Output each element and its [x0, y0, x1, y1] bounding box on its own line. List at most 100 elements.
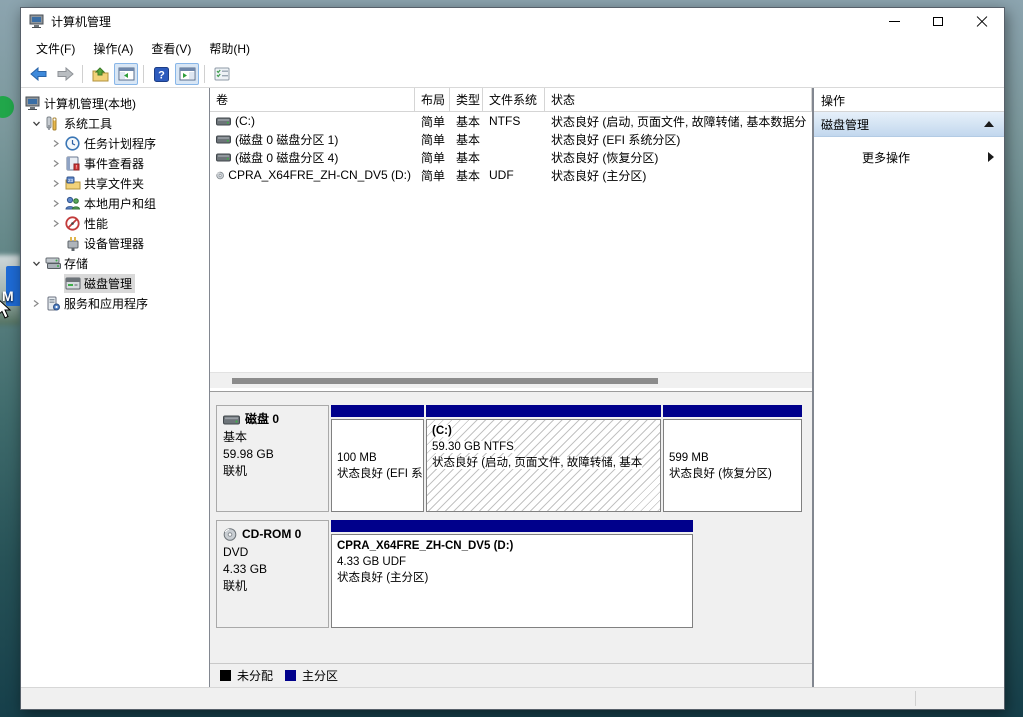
menu-help[interactable]: 帮助(H)	[200, 36, 259, 61]
disk-management-main: 卷 布局 类型 文件系统 状态 (C:) 简单 基本 NTFS 状态良好 (启动…	[210, 88, 813, 687]
app-icon	[29, 14, 45, 29]
event-viewer-icon: !	[64, 155, 81, 171]
menu-file[interactable]: 文件(F)	[27, 36, 84, 61]
close-icon	[976, 16, 988, 28]
chevron-right-icon[interactable]	[48, 215, 64, 231]
cdrom-0-info[interactable]: CD-ROM 0 DVD 4.33 GB 联机	[216, 520, 329, 628]
tree-item-system-tools[interactable]: 系统工具	[21, 113, 209, 133]
partition-color-bar	[331, 405, 424, 417]
chevron-down-icon[interactable]	[28, 255, 44, 271]
scrollbar-thumb[interactable]	[232, 378, 658, 384]
chevron-right-icon[interactable]	[48, 135, 64, 151]
legend-label: 主分区	[302, 667, 338, 684]
toolbar-separator	[143, 65, 144, 83]
export-list-button[interactable]	[88, 63, 112, 85]
tree-item-storage[interactable]: 存储	[21, 253, 209, 273]
show-console-tree-button[interactable]	[114, 63, 138, 85]
disk-0-info[interactable]: 磁盘 0 基本 59.98 GB 联机	[216, 405, 329, 512]
table-cell[interactable]	[483, 148, 545, 166]
menu-action[interactable]: 操作(A)	[84, 36, 142, 61]
menu-view[interactable]: 查看(V)	[142, 36, 200, 61]
shared-folders-icon: 23	[64, 175, 81, 191]
column-header-status[interactable]: 状态	[545, 88, 812, 112]
performance-icon	[64, 215, 81, 231]
svg-text:?: ?	[158, 69, 165, 81]
tree-item-device-manager[interactable]: 设备管理器	[21, 233, 209, 253]
properties-button[interactable]	[210, 63, 234, 85]
forward-button[interactable]	[53, 63, 77, 85]
column-header-filesystem[interactable]: 文件系统	[483, 88, 545, 112]
partition-legend: 未分配 主分区	[210, 663, 812, 687]
help-icon: ?	[154, 67, 169, 82]
computer-management-window: 计算机管理 文件(F) 操作(A) 查看(V) 帮助(H) ?	[20, 7, 1005, 710]
table-cell[interactable]: NTFS	[483, 112, 545, 130]
table-cell[interactable]: 基本	[450, 148, 483, 166]
chevron-right-icon[interactable]	[48, 195, 64, 211]
table-cell[interactable]: 基本	[450, 130, 483, 148]
system-tools-icon	[44, 115, 61, 131]
show-action-pane-button[interactable]	[175, 63, 199, 85]
chevron-right-icon[interactable]	[48, 155, 64, 171]
table-row-volume[interactable]: (磁盘 0 磁盘分区 1)	[210, 130, 415, 148]
horizontal-scrollbar[interactable]	[210, 372, 812, 388]
partition-efi[interactable]: 100 MB 状态良好 (EFI 系	[331, 405, 424, 512]
help-button[interactable]: ?	[149, 63, 173, 85]
tree-item-local-users-groups[interactable]: 本地用户和组	[21, 193, 209, 213]
legend-label: 未分配	[237, 667, 273, 684]
table-cell[interactable]: 基本	[450, 112, 483, 130]
disk-icon	[223, 415, 240, 425]
title-bar[interactable]: 计算机管理	[21, 8, 1004, 35]
partition-c[interactable]: (C:) 59.30 GB NTFS 状态良好 (启动, 页面文件, 故障转储,…	[426, 405, 661, 512]
table-cell[interactable]: 基本	[450, 166, 483, 184]
table-cell[interactable]	[483, 130, 545, 148]
table-cell[interactable]: UDF	[483, 166, 545, 184]
maximize-button[interactable]	[916, 8, 960, 35]
minimize-button[interactable]	[872, 8, 916, 35]
collapse-icon[interactable]	[984, 121, 994, 127]
chevron-right-icon[interactable]	[48, 175, 64, 191]
properties-icon	[214, 67, 230, 81]
table-row-volume[interactable]: (C:)	[210, 112, 415, 130]
volume-list: 卷 布局 类型 文件系统 状态 (C:) 简单 基本 NTFS 状态良好 (启动…	[210, 88, 812, 391]
tree-item-task-scheduler[interactable]: 任务计划程序	[21, 133, 209, 153]
table-cell[interactable]: 简单	[415, 130, 450, 148]
volume-icon	[216, 152, 231, 163]
partition-color-bar	[426, 405, 661, 417]
back-button[interactable]	[27, 63, 51, 85]
table-cell[interactable]: 状态良好 (启动, 页面文件, 故障转储, 基本数据分	[545, 112, 812, 130]
menu-bar: 文件(F) 操作(A) 查看(V) 帮助(H)	[21, 35, 1004, 61]
device-manager-icon	[64, 235, 81, 251]
column-header-layout[interactable]: 布局	[415, 88, 450, 112]
export-list-icon	[92, 67, 109, 82]
column-header-type[interactable]: 类型	[450, 88, 483, 112]
table-row-volume[interactable]: (磁盘 0 磁盘分区 4)	[210, 148, 415, 166]
column-header-volume[interactable]: 卷	[210, 88, 415, 112]
partition-recovery[interactable]: 599 MB 状态良好 (恢复分区)	[663, 405, 802, 512]
table-cell[interactable]: 状态良好 (EFI 系统分区)	[545, 130, 812, 148]
tree-item-services-applications[interactable]: 服务和应用程序	[21, 293, 209, 313]
more-actions-item[interactable]: 更多操作	[814, 146, 1004, 168]
table-cell[interactable]: 简单	[415, 112, 450, 130]
close-button[interactable]	[960, 8, 1004, 35]
tree-item-disk-management[interactable]: 磁盘管理	[21, 273, 209, 293]
chevron-down-icon[interactable]	[28, 115, 44, 131]
maximize-icon	[933, 17, 943, 26]
desktop-icon-green[interactable]	[0, 96, 14, 118]
table-cell[interactable]: 状态良好 (主分区)	[545, 166, 812, 184]
window-title: 计算机管理	[51, 13, 872, 30]
tree-item-performance[interactable]: 性能	[21, 213, 209, 233]
partition-d[interactable]: CPRA_X64FRE_ZH-CN_DV5 (D:) 4.33 GB UDF 状…	[331, 520, 693, 628]
table-cell[interactable]: 简单	[415, 166, 450, 184]
table-cell[interactable]: 状态良好 (恢复分区)	[545, 148, 812, 166]
actions-panel: 操作 磁盘管理 更多操作	[813, 88, 1004, 687]
actions-section-disk-management[interactable]: 磁盘管理	[814, 112, 1004, 137]
toolbar: ?	[21, 61, 1004, 88]
tree-item-event-viewer[interactable]: ! 事件查看器	[21, 153, 209, 173]
show-action-pane-icon	[179, 67, 196, 81]
chevron-right-icon[interactable]	[28, 295, 44, 311]
tree-item-shared-folders[interactable]: 23 共享文件夹	[21, 173, 209, 193]
table-cell[interactable]: 简单	[415, 148, 450, 166]
disk-name: CD-ROM 0	[242, 526, 301, 543]
table-row-volume[interactable]: CPRA_X64FRE_ZH-CN_DV5 (D:)	[210, 166, 415, 184]
tree-item-computer-management[interactable]: 计算机管理(本地)	[21, 93, 209, 113]
